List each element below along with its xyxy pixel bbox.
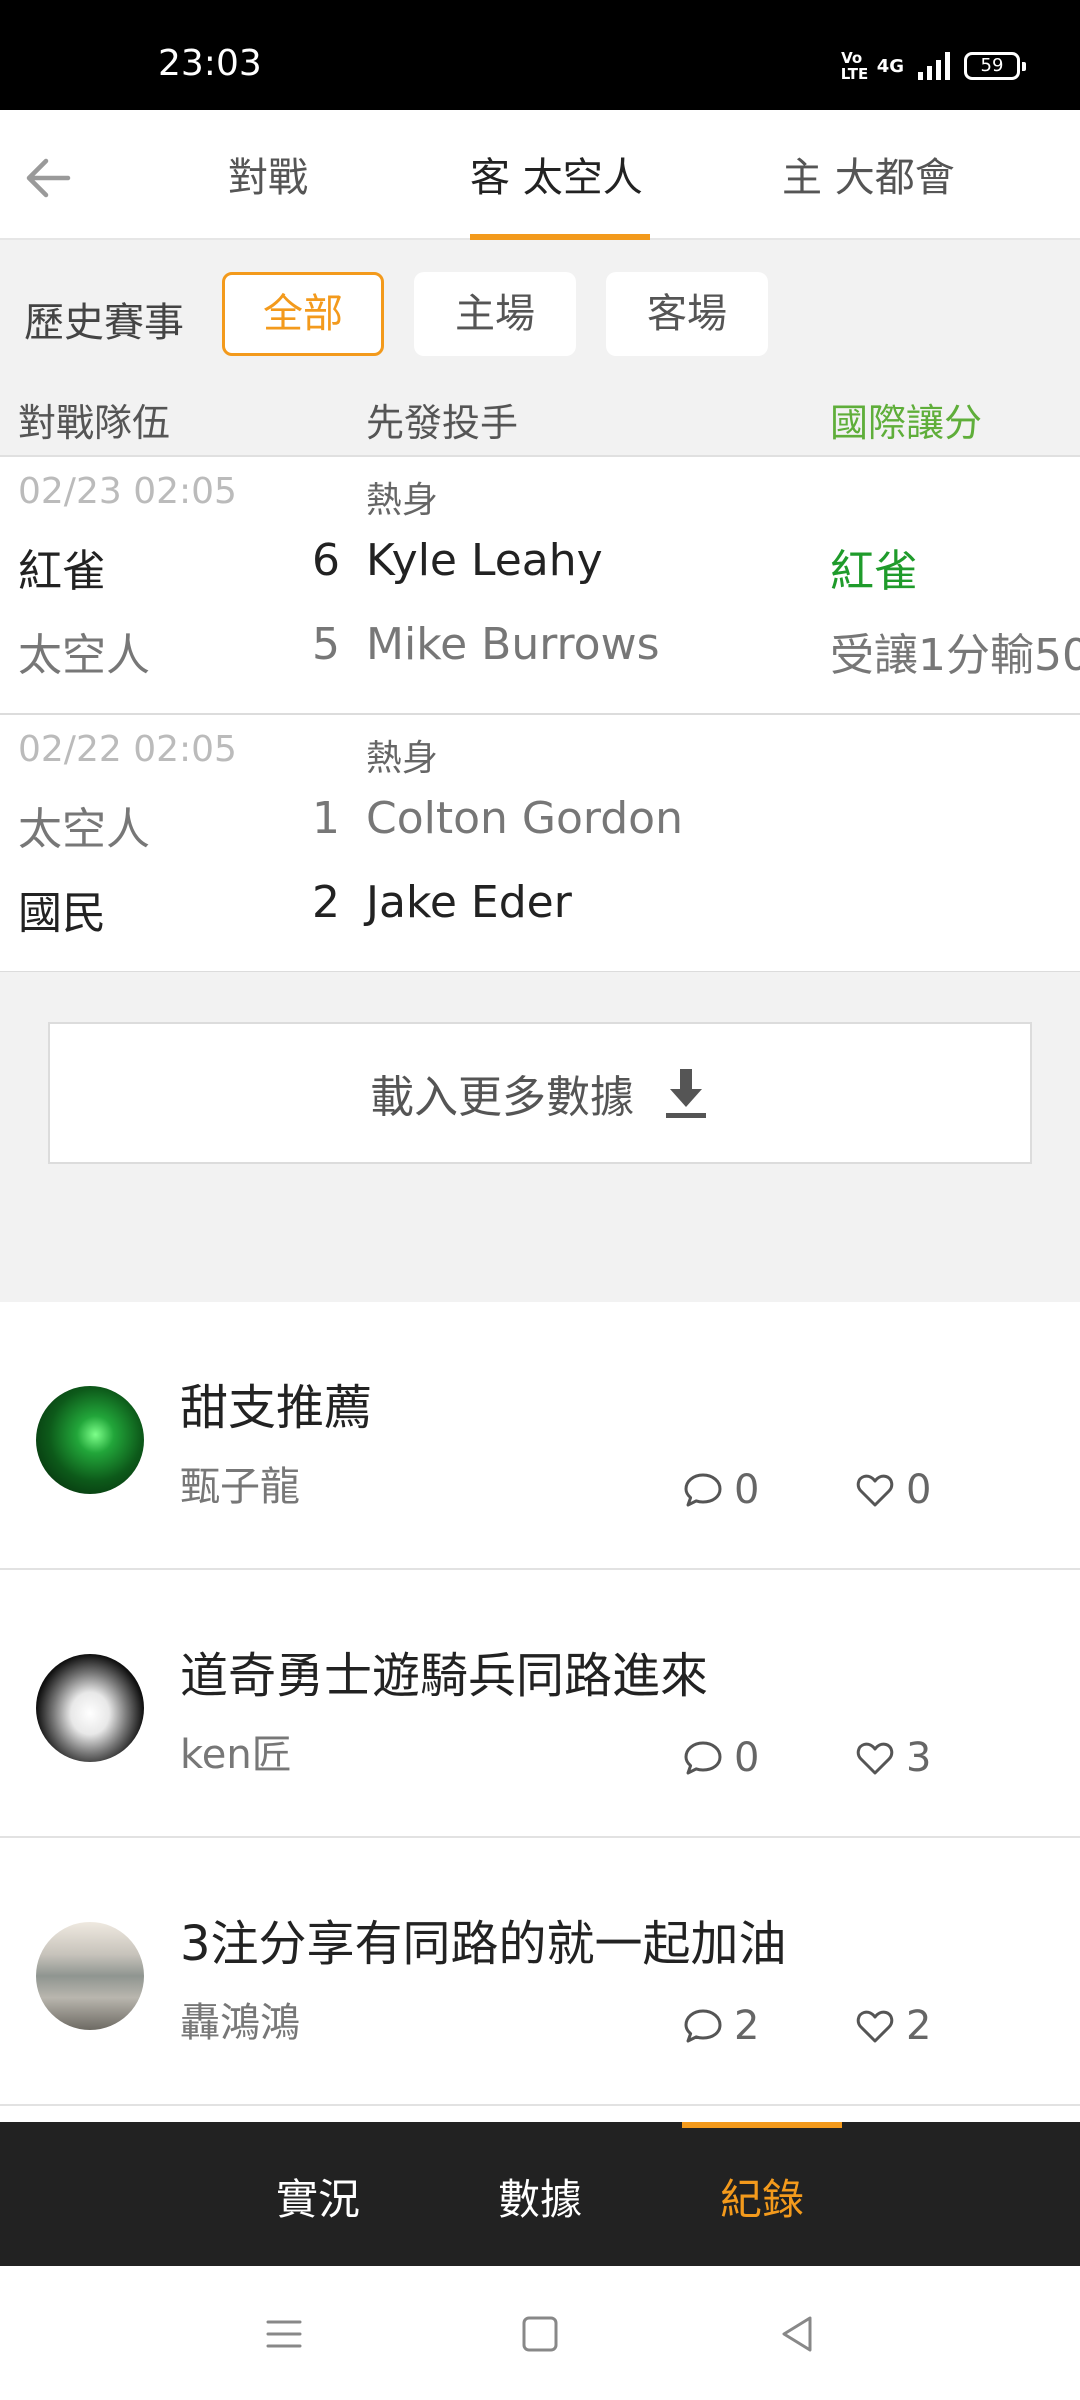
- status-indicators: Vo LTE 4G 59: [840, 49, 1026, 83]
- match-date: 02/22 02:05: [18, 729, 237, 770]
- comment-count[interactable]: 0: [682, 1735, 759, 1781]
- active-bottom-tab-indicator: [682, 2122, 842, 2128]
- like-count[interactable]: 3: [854, 1735, 931, 1781]
- post-author[interactable]: 甄子龍: [180, 1454, 300, 1512]
- starting-pitcher: Kyle Leahy: [366, 535, 603, 586]
- column-header-pitchers: 先發投手: [366, 401, 519, 445]
- system-nav-bar: [0, 2266, 1080, 2400]
- comment-count[interactable]: 0: [682, 1467, 759, 1513]
- download-icon: [666, 1069, 706, 1118]
- filter-home-button[interactable]: 主場: [414, 272, 576, 356]
- load-more-button[interactable]: 載入更多數據: [48, 1022, 1032, 1164]
- team-line: 國民 2 Jake Eder: [0, 877, 1080, 947]
- comment-icon: [684, 2009, 722, 2043]
- tab-home-team[interactable]: 主 大都會: [782, 150, 955, 206]
- team-score: 1: [312, 793, 340, 844]
- match-status: 熱身: [366, 738, 439, 779]
- handicap-result: 紅雀: [830, 546, 918, 597]
- volte-icon: Vo LTE: [840, 49, 869, 83]
- handicap-detail: 受讓1分輸50: [830, 630, 1080, 681]
- history-filter-section: 歷史賽事 全部 主場 客場 對戰隊伍 先發投手 國際讓分: [0, 240, 1080, 455]
- like-count-value: 0: [906, 1467, 932, 1513]
- comment-count[interactable]: 2: [682, 2003, 759, 2049]
- tab-versus[interactable]: 對戰: [228, 150, 308, 206]
- like-count[interactable]: 2: [854, 2003, 931, 2049]
- match-row[interactable]: 02/23 02:05 熱身 紅雀 6 Kyle Leahy 紅雀 太空人 5 …: [0, 457, 1080, 715]
- post-title[interactable]: 甜支推薦: [180, 1368, 372, 1438]
- post-author[interactable]: 轟鴻鴻: [180, 1990, 300, 2048]
- tab-live[interactable]: 實況: [276, 2166, 360, 2227]
- filter-away-button[interactable]: 客場: [606, 272, 768, 356]
- avatar[interactable]: [36, 1386, 144, 1494]
- load-more-label: 載入更多數據: [370, 1072, 634, 1123]
- team-score: 5: [312, 619, 340, 670]
- comment-count-value: 2: [734, 2003, 760, 2049]
- avatar[interactable]: [36, 1654, 144, 1762]
- recommendation-posts: 甜支推薦 甄子龍 0 0 道奇勇士遊騎兵同路進來 ken匠 0 3 3注分享有同…: [0, 1302, 1080, 2106]
- filter-all-button[interactable]: 全部: [222, 272, 384, 356]
- team-score: 2: [312, 877, 340, 928]
- heart-icon: [856, 1742, 894, 1775]
- team-score: 6: [312, 535, 340, 586]
- heart-icon: [856, 2010, 894, 2043]
- team-line: 太空人 5 Mike Burrows 受讓1分輸50: [0, 619, 1080, 689]
- network-type: 4G: [876, 55, 904, 77]
- post-title[interactable]: 道奇勇士遊騎兵同路進來: [180, 1636, 708, 1706]
- column-header-handicap: 國際讓分: [830, 401, 983, 445]
- match-header: 對戰 客 太空人 主 大都會: [0, 110, 1080, 240]
- post-title[interactable]: 3注分享有同路的就一起加油: [180, 1904, 787, 1974]
- filter-label: 歷史賽事: [24, 300, 184, 346]
- triangle-back-icon[interactable]: [776, 2312, 820, 2356]
- avatar[interactable]: [36, 1922, 144, 2030]
- starting-pitcher: Mike Burrows: [366, 619, 660, 670]
- team-name: 太空人: [18, 804, 150, 855]
- like-count-value: 3: [906, 1735, 932, 1781]
- status-time: 23:03: [158, 43, 262, 84]
- like-count-value: 2: [906, 2003, 932, 2049]
- match-status: 熱身: [366, 480, 439, 521]
- starting-pitcher: Colton Gordon: [366, 793, 683, 844]
- team-name: 紅雀: [18, 546, 106, 597]
- comment-icon: [684, 1473, 722, 1507]
- column-header-teams: 對戰隊伍: [18, 401, 171, 445]
- team-line: 太空人 1 Colton Gordon: [0, 793, 1080, 863]
- post-author[interactable]: ken匠: [180, 1722, 292, 1780]
- tab-stats[interactable]: 數據: [498, 2166, 582, 2227]
- comment-icon: [684, 1741, 722, 1775]
- team-line: 紅雀 6 Kyle Leahy 紅雀: [0, 535, 1080, 605]
- comment-count-value: 0: [734, 1467, 760, 1513]
- tab-away-team[interactable]: 客 太空人: [470, 150, 643, 206]
- bottom-tab-bar: 實況 數據 紀錄: [0, 2122, 1080, 2266]
- post-item[interactable]: 道奇勇士遊騎兵同路進來 ken匠 0 3: [0, 1570, 1080, 1838]
- battery-icon: 59: [964, 52, 1026, 80]
- load-more-section: 載入更多數據: [0, 972, 1080, 1302]
- heart-icon: [856, 1474, 894, 1507]
- tab-records[interactable]: 紀錄: [720, 2166, 804, 2227]
- team-name: 國民: [18, 888, 106, 939]
- comment-count-value: 0: [734, 1735, 760, 1781]
- match-history-list: 02/23 02:05 熱身 紅雀 6 Kyle Leahy 紅雀 太空人 5 …: [0, 455, 1080, 973]
- starting-pitcher: Jake Eder: [366, 877, 572, 928]
- team-name: 太空人: [18, 630, 150, 681]
- match-row[interactable]: 02/22 02:05 熱身 太空人 1 Colton Gordon 國民 2 …: [0, 715, 1080, 973]
- like-count[interactable]: 0: [854, 1467, 931, 1513]
- signal-icon: [918, 52, 950, 80]
- menu-icon[interactable]: [262, 2312, 306, 2356]
- post-item[interactable]: 3注分享有同路的就一起加油 轟鴻鴻 2 2: [0, 1838, 1080, 2106]
- arrow-left-icon[interactable]: [20, 150, 76, 206]
- status-bar: 23:03 Vo LTE 4G 59: [0, 0, 1080, 110]
- post-item[interactable]: 甜支推薦 甄子龍 0 0: [0, 1302, 1080, 1570]
- home-square-icon[interactable]: [518, 2312, 562, 2356]
- match-date: 02/23 02:05: [18, 471, 237, 512]
